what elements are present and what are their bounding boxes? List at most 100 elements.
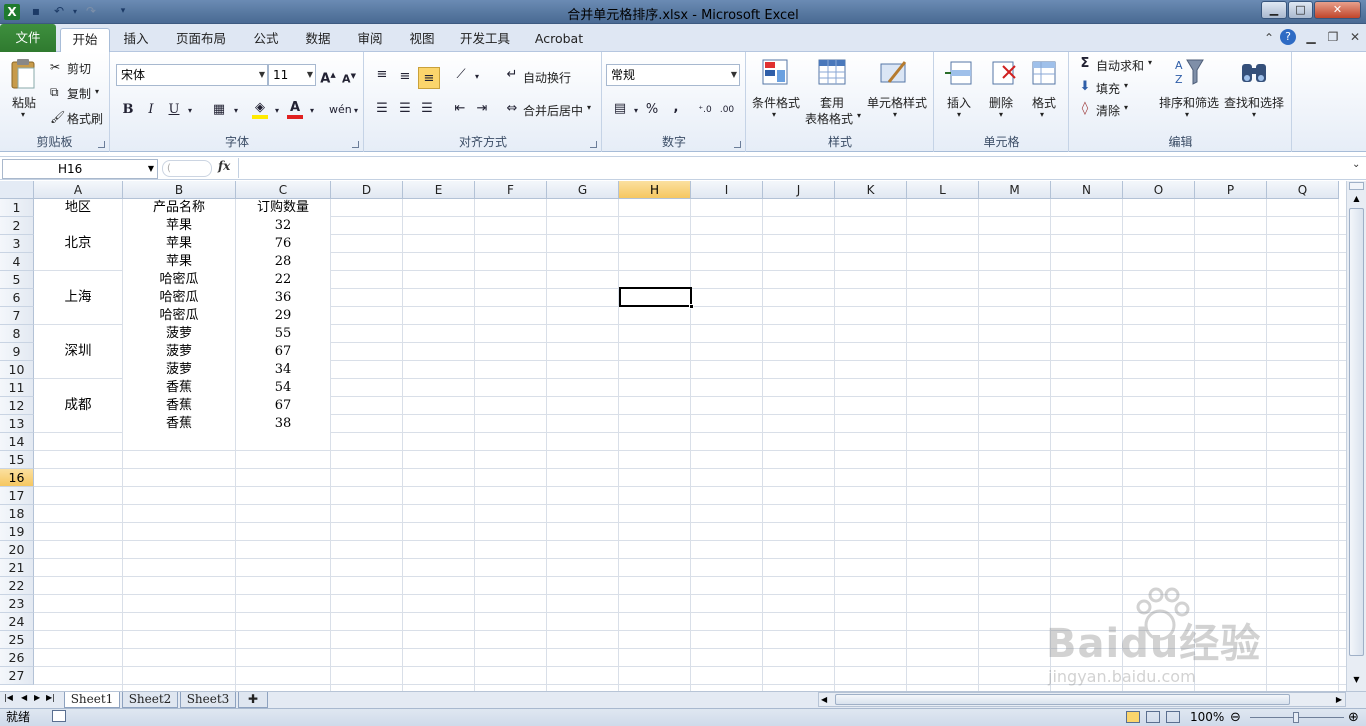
next-sheet-icon[interactable]: ▶	[34, 693, 40, 702]
column-header-j[interactable]: J	[763, 181, 835, 199]
format-painter-icon[interactable]: 🖌	[50, 110, 65, 124]
product-cell[interactable]: 哈密瓜	[123, 271, 235, 289]
row-header-24[interactable]: 24	[0, 613, 34, 631]
row-header-3[interactable]: 3	[0, 235, 34, 253]
orientation-dropdown-icon[interactable]: ▾	[468, 68, 486, 86]
column-header-p[interactable]: P	[1195, 181, 1267, 199]
alignment-launcher[interactable]	[590, 141, 597, 148]
fill-handle[interactable]	[689, 304, 694, 309]
zoom-slider-thumb[interactable]	[1293, 712, 1299, 723]
fill-color-dropdown-icon[interactable]: ▾	[268, 102, 286, 120]
row-header-11[interactable]: 11	[0, 379, 34, 397]
scroll-down-icon[interactable]: ▼	[1349, 673, 1364, 687]
column-header-k[interactable]: K	[835, 181, 907, 199]
font-color-dropdown-icon[interactable]: ▾	[303, 102, 321, 120]
minimize-button[interactable]: ▁	[1261, 1, 1287, 19]
table-format-dropdown-icon[interactable]: ▾	[857, 111, 861, 120]
row-header-5[interactable]: 5	[0, 271, 34, 289]
sort-filter-button[interactable]: 排序和筛选	[1159, 94, 1219, 111]
horizontal-scroll-thumb[interactable]	[835, 694, 1290, 705]
insert-sheet-icon[interactable]: ✚	[238, 692, 268, 708]
align-center-icon[interactable]: ☰	[396, 100, 414, 118]
tab-page-layout[interactable]: 页面布局	[168, 28, 234, 52]
comma-button[interactable]: ,	[667, 99, 685, 117]
font-launcher[interactable]	[352, 141, 359, 148]
row-header-12[interactable]: 12	[0, 397, 34, 415]
doc-close-icon[interactable]: ✕	[1346, 29, 1364, 46]
help-icon[interactable]: ?	[1280, 29, 1296, 45]
font-name-combo[interactable]: 宋体 ▼	[116, 64, 268, 86]
quantity-cell[interactable]: 55	[236, 325, 330, 343]
row-header-4[interactable]: 4	[0, 253, 34, 271]
format-cells-icon[interactable]	[1029, 58, 1059, 88]
tab-home[interactable]: 开始	[60, 28, 110, 52]
row-header-6[interactable]: 6	[0, 289, 34, 307]
wrap-text-button[interactable]: 自动换行	[523, 69, 571, 86]
row-header-13[interactable]: 13	[0, 415, 34, 433]
minimize-ribbon-icon[interactable]: ⌃	[1260, 30, 1278, 47]
tab-formulas[interactable]: 公式	[244, 28, 288, 52]
formula-input[interactable]	[238, 158, 1346, 178]
quantity-cell[interactable]: 67	[236, 397, 330, 415]
page-layout-view-icon[interactable]	[1146, 711, 1160, 723]
font-size-combo[interactable]: 11 ▼	[268, 64, 316, 86]
paste-button[interactable]: 粘贴	[12, 94, 36, 111]
cell-styles-dropdown-icon[interactable]: ▾	[893, 110, 897, 119]
font-color-icon[interactable]: A	[286, 99, 304, 119]
product-cell[interactable]: 苹果	[123, 253, 235, 271]
merged-region-cell[interactable]: 成都	[34, 379, 122, 432]
decrease-decimal-icon[interactable]: .00	[718, 101, 736, 119]
row-header-26[interactable]: 26	[0, 649, 34, 667]
zoom-level[interactable]: 100%	[1190, 709, 1224, 726]
sort-filter-icon[interactable]: AZ	[1173, 56, 1205, 88]
tab-acrobat[interactable]: Acrobat	[528, 28, 590, 52]
column-header-q[interactable]: Q	[1267, 181, 1339, 199]
row-header-19[interactable]: 19	[0, 523, 34, 541]
find-select-icon[interactable]	[1238, 56, 1270, 88]
sheet-tab-sheet2[interactable]: Sheet2	[122, 692, 178, 708]
insert-cells-icon[interactable]	[945, 58, 975, 88]
conditional-formatting-icon[interactable]	[761, 58, 791, 88]
page-break-view-icon[interactable]	[1166, 711, 1180, 723]
quantity-cell[interactable]: 28	[236, 253, 330, 271]
autosum-button[interactable]: 自动求和	[1096, 57, 1144, 74]
find-select-button[interactable]: 查找和选择	[1224, 94, 1284, 111]
vertical-scroll-thumb[interactable]	[1349, 208, 1364, 656]
merge-center-button[interactable]: 合并后居中	[523, 102, 583, 119]
product-cell[interactable]: 哈密瓜	[123, 289, 235, 307]
first-sheet-icon[interactable]: |◀	[4, 693, 13, 702]
delete-cells-button[interactable]: 删除	[989, 94, 1013, 111]
increase-indent-icon[interactable]: ⇥	[473, 100, 491, 118]
row-header-20[interactable]: 20	[0, 541, 34, 559]
column-header-i[interactable]: I	[691, 181, 763, 199]
row-header-15[interactable]: 15	[0, 451, 34, 469]
tab-data[interactable]: 数据	[296, 28, 340, 52]
conditional-formatting-button[interactable]: 条件格式	[752, 94, 800, 111]
grow-font-icon[interactable]: A▲	[319, 66, 337, 86]
scroll-right-icon[interactable]: ▶	[1336, 693, 1342, 706]
row-header-21[interactable]: 21	[0, 559, 34, 577]
doc-restore-icon[interactable]: ❐	[1324, 29, 1342, 46]
column-header-b[interactable]: B	[123, 181, 236, 199]
name-box[interactable]: H16 ▼	[2, 159, 158, 179]
format-dropdown-icon[interactable]: ▾	[1040, 110, 1044, 119]
shrink-font-icon[interactable]: A▼	[340, 67, 358, 86]
column-header-h[interactable]: H	[619, 181, 691, 199]
horizontal-scrollbar[interactable]: ◀ ▶	[818, 692, 1346, 707]
normal-view-icon[interactable]	[1126, 711, 1140, 723]
product-cell[interactable]: 菠萝	[123, 325, 235, 343]
quantity-cell[interactable]: 76	[236, 235, 330, 253]
row-header-27[interactable]: 27	[0, 667, 34, 685]
prev-sheet-icon[interactable]: ◀	[21, 693, 27, 702]
zoom-out-icon[interactable]: ⊖	[1230, 709, 1241, 726]
product-cell[interactable]: 菠萝	[123, 343, 235, 361]
merge-dropdown-icon[interactable]: ▾	[587, 103, 591, 112]
column-header-o[interactable]: O	[1123, 181, 1195, 199]
row-header-23[interactable]: 23	[0, 595, 34, 613]
cut-icon[interactable]: ✂	[50, 60, 60, 74]
autosum-dropdown-icon[interactable]: ▾	[1148, 58, 1152, 67]
clear-dropdown-icon[interactable]: ▾	[1124, 103, 1128, 112]
delete-cells-icon[interactable]	[989, 58, 1019, 88]
tab-file[interactable]: 文件	[0, 24, 56, 52]
italic-button[interactable]: I	[142, 101, 160, 119]
